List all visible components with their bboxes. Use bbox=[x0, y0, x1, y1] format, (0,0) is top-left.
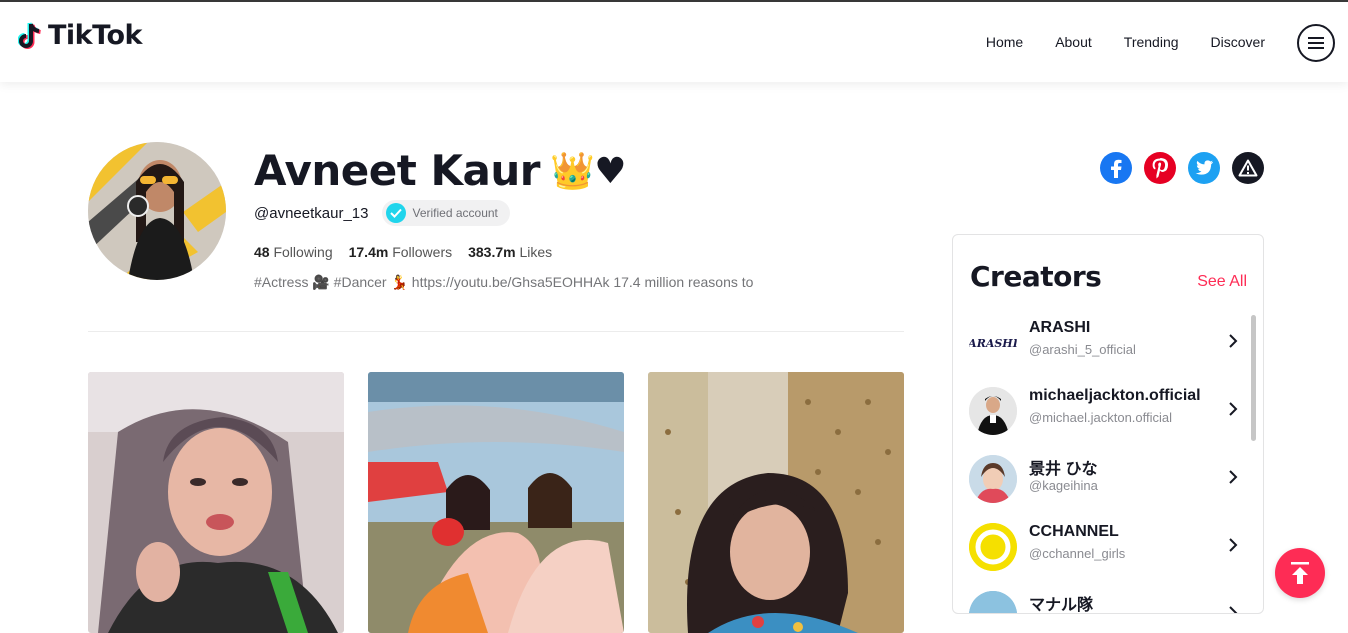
creator-item[interactable]: CCHANNEL @cchannel_girls bbox=[969, 515, 1249, 577]
following-count: 48 bbox=[254, 244, 270, 260]
followers-count: 17.4m bbox=[348, 244, 389, 260]
creator-handle: @arashi_5_official bbox=[1029, 342, 1136, 357]
profile-handle: @avneetkaur_13 bbox=[254, 204, 369, 222]
nav-trending[interactable]: Trending bbox=[1124, 34, 1179, 50]
profile-name: Avneet Kaur 👑♥ bbox=[254, 146, 627, 195]
profile-stats: 48 Following 17.4m Followers 383.7m Like… bbox=[254, 244, 552, 260]
verified-badge: Verified account bbox=[382, 200, 510, 226]
creator-name: michaeljackton.official bbox=[1029, 387, 1201, 404]
likes-label: Likes bbox=[519, 244, 553, 260]
hamburger-icon bbox=[1308, 37, 1324, 49]
arashi-logo-text: ARASHI bbox=[969, 336, 1017, 350]
nav-discover[interactable]: Discover bbox=[1211, 34, 1265, 50]
arrow-up-icon bbox=[1291, 562, 1309, 584]
main-nav: Home About Trending Discover bbox=[986, 34, 1265, 50]
menu-button[interactable] bbox=[1297, 24, 1335, 62]
handle-row: @avneetkaur_13 Verified account bbox=[254, 200, 510, 226]
nav-home[interactable]: Home bbox=[986, 34, 1023, 50]
creator-item[interactable]: 景井 ひな @kageihina bbox=[969, 447, 1249, 509]
chevron-right-icon bbox=[1229, 402, 1238, 416]
creator-item[interactable]: ARASHI ARASHI @arashi_5_official bbox=[969, 311, 1249, 373]
verified-label: Verified account bbox=[412, 206, 498, 220]
chevron-right-icon bbox=[1229, 538, 1238, 552]
creator-item[interactable]: マナル隊 bbox=[969, 583, 1249, 614]
site-header: TikTok Home About Trending Discover bbox=[0, 2, 1348, 82]
twitter-icon[interactable] bbox=[1188, 152, 1220, 184]
creators-scrollbar[interactable] bbox=[1251, 315, 1256, 441]
see-all-link[interactable]: See All bbox=[1197, 273, 1247, 291]
report-icon[interactable] bbox=[1232, 152, 1264, 184]
creator-avatar bbox=[969, 591, 1017, 613]
profile-bio: #Actress 🎥 #Dancer 💃 https://youtu.be/Gh… bbox=[254, 274, 754, 290]
followers-label: Followers bbox=[392, 244, 453, 260]
video-thumbnail[interactable] bbox=[88, 372, 344, 633]
tiktok-note-icon bbox=[18, 22, 41, 49]
tiktok-logo[interactable]: TikTok bbox=[18, 20, 142, 51]
back-to-top-button[interactable] bbox=[1275, 548, 1325, 598]
creator-handle: @michael.jackton.official bbox=[1029, 410, 1173, 425]
creators-panel: Creators See All ARASHI ARASHI @arashi_5… bbox=[952, 234, 1264, 614]
section-divider bbox=[88, 331, 904, 332]
logo-wordmark: TikTok bbox=[48, 20, 142, 51]
video-thumbnail[interactable] bbox=[368, 372, 624, 633]
following-label: Following bbox=[273, 244, 333, 260]
nav-about[interactable]: About bbox=[1055, 34, 1092, 50]
chevron-right-icon bbox=[1229, 470, 1238, 484]
chevron-right-icon bbox=[1229, 606, 1238, 613]
creator-name: 景井 ひな bbox=[1029, 461, 1098, 478]
creator-handle: @kageihina bbox=[1029, 478, 1098, 493]
name-emoji: 👑♥ bbox=[549, 150, 627, 192]
creator-name: ARASHI bbox=[1029, 319, 1091, 336]
creator-handle: @cchannel_girls bbox=[1029, 546, 1126, 561]
creator-avatar bbox=[969, 523, 1017, 571]
creator-name: CCHANNEL bbox=[1029, 523, 1119, 540]
creator-name: マナル隊 bbox=[1029, 597, 1094, 614]
stat-following: 48 Following bbox=[254, 244, 333, 260]
facebook-icon[interactable] bbox=[1100, 152, 1132, 184]
creator-avatar bbox=[969, 455, 1017, 503]
stat-followers: 17.4m Followers bbox=[349, 244, 453, 260]
verified-check-icon bbox=[386, 203, 407, 223]
video-thumbnail[interactable] bbox=[648, 372, 904, 633]
profile-avatar bbox=[88, 142, 226, 280]
creator-item[interactable]: michaeljackton.official @michael.jackton… bbox=[969, 379, 1249, 441]
display-name: Avneet Kaur bbox=[254, 146, 540, 195]
stat-likes: 383.7m Likes bbox=[468, 244, 552, 260]
pinterest-icon[interactable] bbox=[1144, 152, 1176, 184]
chevron-right-icon bbox=[1229, 334, 1238, 348]
likes-count: 383.7m bbox=[468, 244, 516, 260]
creators-title: Creators bbox=[970, 260, 1102, 293]
creator-avatar: ARASHI bbox=[969, 319, 1017, 367]
creator-avatar bbox=[969, 387, 1017, 435]
